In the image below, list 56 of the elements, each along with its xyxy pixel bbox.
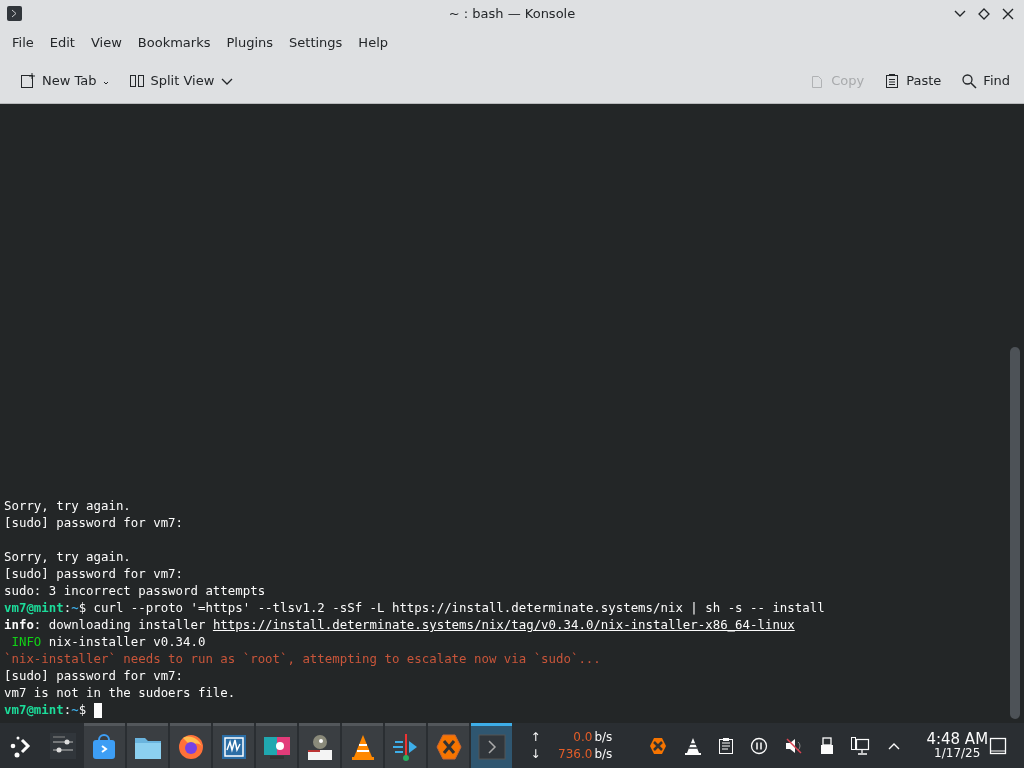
- taskbar-item[interactable]: [213, 723, 255, 768]
- menu-item[interactable]: Bookmarks: [129, 29, 219, 57]
- sliders-icon[interactable]: [48, 731, 77, 760]
- menu-item[interactable]: Edit: [41, 29, 83, 57]
- taskbar-item[interactable]: [170, 723, 212, 768]
- clipboard-icon: [884, 72, 901, 89]
- clipboard-icon[interactable]: [718, 736, 735, 755]
- terminal-line: Sorry, try again.: [4, 548, 132, 565]
- network-wired-icon[interactable]: [850, 735, 871, 756]
- scrollbar[interactable]: [1010, 347, 1020, 719]
- hexagon-x-icon[interactable]: [648, 735, 669, 756]
- toolbar-button[interactable]: New Tab: [14, 66, 115, 95]
- terminal-line: info: downloading installer https://install.determinate.systems/nix/tag/v0.34.0/nix-installer-x86_64-linux: [4, 616, 796, 633]
- terminal-icon: [476, 732, 507, 762]
- show-desktop-icon[interactable]: [988, 736, 1009, 756]
- toolbar-button[interactable]: Paste: [878, 66, 948, 95]
- network-value: 736.0: [557, 745, 594, 763]
- terminal-line: vm7 is not in the sudoers file.: [4, 684, 237, 701]
- taskbar-item[interactable]: [471, 723, 513, 768]
- usb-drive-icon[interactable]: [820, 735, 835, 756]
- split-view-icon: [128, 72, 145, 89]
- arrow-down-icon: ↓: [530, 745, 545, 763]
- menu-item[interactable]: Settings: [281, 29, 351, 57]
- terminal-line: [sudo] password for vm7:: [4, 667, 185, 684]
- new-tab-icon: [20, 72, 36, 89]
- maximize-icon[interactable]: [976, 6, 992, 22]
- app-icon: [7, 6, 22, 21]
- toolbar-button[interactable]: Find: [955, 66, 1016, 95]
- menu-item[interactable]: Help: [350, 29, 396, 57]
- close-icon[interactable]: [1000, 6, 1016, 22]
- terminal-line: INFO nix-installer v0.34.0: [10, 633, 207, 650]
- taskbar-item[interactable]: [385, 723, 427, 768]
- taskbar-item[interactable]: [342, 723, 384, 768]
- terminal-line: [sudo] password for vm7:: [4, 514, 185, 531]
- menu-item[interactable]: View: [82, 29, 130, 57]
- taskbar-item[interactable]: [256, 723, 298, 768]
- arrow-up-icon: ↑: [530, 728, 545, 746]
- menu-item[interactable]: Plugins: [218, 29, 282, 57]
- terminal-line: `nix-installer` needs to run as `root`, attempting to escalate now via `sudo`...: [4, 650, 602, 667]
- clock-time: 4:48 AM: [926, 731, 989, 747]
- terminal-line: [sudo] password for vm7:: [4, 565, 185, 582]
- taskbar-item[interactable]: [127, 723, 169, 768]
- taskbar-item[interactable]: [299, 723, 341, 768]
- clock-date: 1/17/25: [933, 746, 982, 760]
- window-title: ~ : bash — Konsole: [448, 5, 576, 23]
- search-icon: [961, 72, 978, 89]
- terminal-line: vm7@mint:~$ curl --proto '=https' --tlsv1.2 -sSf -L https://install.determinate.systems/nix | sh -s -- install: [4, 599, 826, 616]
- toolbar-button[interactable]: Split View: [122, 66, 241, 95]
- terminal-line: sudo: 3 incorrect password attempts: [4, 582, 267, 599]
- terminal-line: Sorry, try again.: [4, 497, 132, 514]
- network-unit: b/s: [594, 745, 614, 763]
- network-value: 0.0: [572, 728, 594, 746]
- network-unit: b/s: [594, 728, 614, 746]
- pause-icon[interactable]: [750, 736, 769, 755]
- terminal-line: vm7@mint:~$: [4, 701, 1004, 718]
- menu-item[interactable]: File: [4, 29, 42, 57]
